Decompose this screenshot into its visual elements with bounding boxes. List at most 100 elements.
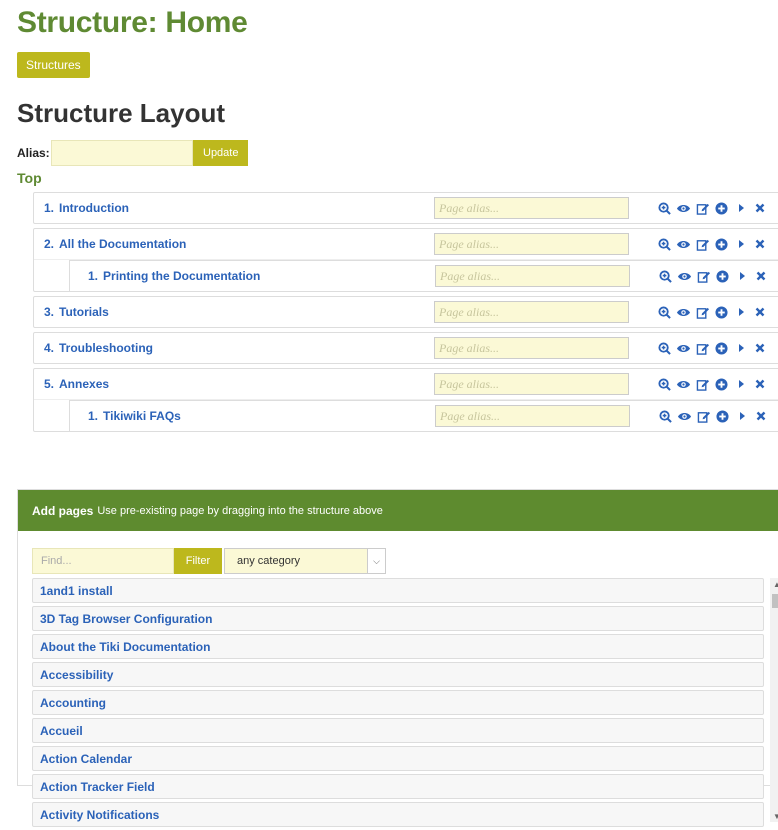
edit-icon[interactable] xyxy=(694,340,711,356)
page-list-item[interactable]: Accounting xyxy=(32,690,764,715)
page-list-item[interactable]: Accueil xyxy=(32,718,764,743)
filter-button[interactable]: Filter xyxy=(174,548,222,574)
plus-circle-icon[interactable] xyxy=(713,236,730,252)
eye-icon[interactable] xyxy=(676,268,693,284)
caret-right-icon[interactable] xyxy=(732,200,749,216)
chevron-down-icon: ⌵ xyxy=(367,549,385,573)
tree-row-title[interactable]: 2. All the Documentation xyxy=(44,237,186,251)
scroll-up-icon[interactable]: ▲ xyxy=(770,578,778,592)
close-icon[interactable] xyxy=(752,268,769,284)
update-button[interactable]: Update xyxy=(193,140,249,166)
tree-child-node: 1. Printing the Documentation xyxy=(69,260,778,291)
zoom-in-icon[interactable] xyxy=(657,408,674,424)
tree-row[interactable]: 4. Troubleshooting xyxy=(34,333,778,363)
page-alias-input[interactable] xyxy=(434,197,629,219)
row-actions xyxy=(656,340,770,356)
eye-icon[interactable] xyxy=(675,340,692,356)
eye-icon[interactable] xyxy=(675,200,692,216)
zoom-in-icon[interactable] xyxy=(657,268,674,284)
caret-right-icon[interactable] xyxy=(732,376,749,392)
tree-row[interactable]: 2. All the Documentation xyxy=(34,229,778,260)
page-list: 1and1 install 3D Tag Browser Configuratio… xyxy=(32,578,764,830)
zoom-in-icon[interactable] xyxy=(656,340,673,356)
plus-circle-icon[interactable] xyxy=(713,340,730,356)
tree-row[interactable]: 5. Annexes xyxy=(34,369,778,400)
plus-circle-icon[interactable] xyxy=(713,376,730,392)
close-icon[interactable] xyxy=(751,340,768,356)
eye-icon[interactable] xyxy=(675,304,692,320)
eye-icon[interactable] xyxy=(675,376,692,392)
plus-circle-icon[interactable] xyxy=(714,408,731,424)
tree-row-label: Tikiwiki FAQs xyxy=(103,409,181,423)
page-list-item[interactable]: Action Tracker Field xyxy=(32,774,764,799)
page-alias-input[interactable] xyxy=(435,265,630,287)
top-link[interactable]: Top xyxy=(17,170,42,186)
tree-row[interactable]: 1. Tikiwiki FAQs xyxy=(70,401,778,431)
row-actions xyxy=(656,236,770,252)
tree-row-label: Tutorials xyxy=(59,305,109,319)
structures-button[interactable]: Structures xyxy=(17,52,90,78)
close-icon[interactable] xyxy=(752,408,769,424)
close-icon[interactable] xyxy=(751,236,768,252)
page-alias-input[interactable] xyxy=(435,405,630,427)
zoom-in-icon[interactable] xyxy=(656,200,673,216)
page-alias-input[interactable] xyxy=(434,301,629,323)
tree-row-number: 1. xyxy=(44,201,55,215)
tree-row-title[interactable]: 1. Tikiwiki FAQs xyxy=(88,409,181,423)
zoom-in-icon[interactable] xyxy=(656,236,673,252)
scroll-down-icon[interactable]: ▼ xyxy=(770,810,778,824)
edit-icon[interactable] xyxy=(694,304,711,320)
tree-child-node: 1. Tikiwiki FAQs xyxy=(69,400,778,431)
row-actions xyxy=(656,200,770,216)
tree-row-label: Introduction xyxy=(59,201,129,215)
tree-row-title[interactable]: 3. Tutorials xyxy=(44,305,109,319)
find-input[interactable]: Find... xyxy=(32,548,174,574)
tree-row-title[interactable]: 4. Troubleshooting xyxy=(44,341,153,355)
tree-row[interactable]: 3. Tutorials xyxy=(34,297,778,327)
page-alias-input[interactable] xyxy=(434,337,629,359)
edit-icon[interactable] xyxy=(695,408,712,424)
edit-icon[interactable] xyxy=(695,268,712,284)
close-icon[interactable] xyxy=(751,376,768,392)
page-list-item[interactable]: 3D Tag Browser Configuration xyxy=(32,606,764,631)
structure-tree: 1. Introduction 2. All the Documentation 1. P… xyxy=(33,192,778,436)
eye-icon[interactable] xyxy=(675,236,692,252)
edit-icon[interactable] xyxy=(694,200,711,216)
page-alias-input[interactable] xyxy=(434,373,629,395)
eye-icon[interactable] xyxy=(676,408,693,424)
close-icon[interactable] xyxy=(751,304,768,320)
category-select[interactable]: any category ⌵ xyxy=(224,548,386,574)
caret-right-icon[interactable] xyxy=(732,304,749,320)
tree-row[interactable]: 1. Introduction xyxy=(34,193,778,223)
tree-row[interactable]: 1. Printing the Documentation xyxy=(70,261,778,291)
edit-icon[interactable] xyxy=(694,236,711,252)
caret-right-icon[interactable] xyxy=(732,340,749,356)
tree-row-title[interactable]: 1. Introduction xyxy=(44,201,129,215)
page-list-item[interactable]: 1and1 install xyxy=(32,578,764,603)
page-alias-input[interactable] xyxy=(434,233,629,255)
page-list-scrollbar[interactable]: ▲ ▼ xyxy=(770,578,778,822)
edit-icon[interactable] xyxy=(694,376,711,392)
tree-row-title[interactable]: 5. Annexes xyxy=(44,377,109,391)
alias-input[interactable] xyxy=(51,140,193,166)
zoom-in-icon[interactable] xyxy=(656,304,673,320)
plus-circle-icon[interactable] xyxy=(713,200,730,216)
close-icon[interactable] xyxy=(751,200,768,216)
page-list-item[interactable]: Accessibility xyxy=(32,662,764,687)
zoom-in-icon[interactable] xyxy=(656,376,673,392)
tree-row-number: 4. xyxy=(44,341,55,355)
row-actions xyxy=(656,304,770,320)
caret-right-icon[interactable] xyxy=(733,268,750,284)
plus-circle-icon[interactable] xyxy=(714,268,731,284)
alias-row: Alias: Update xyxy=(17,140,249,166)
tree-row-number: 1. xyxy=(88,409,99,423)
page-list-item[interactable]: Action Calendar xyxy=(32,746,764,771)
tree-row-label: Annexes xyxy=(59,377,110,391)
caret-right-icon[interactable] xyxy=(732,236,749,252)
caret-right-icon[interactable] xyxy=(733,408,750,424)
scroll-thumb[interactable] xyxy=(772,594,778,608)
page-list-item[interactable]: Activity Notifications xyxy=(32,802,764,827)
tree-row-title[interactable]: 1. Printing the Documentation xyxy=(88,269,260,283)
plus-circle-icon[interactable] xyxy=(713,304,730,320)
page-list-item[interactable]: About the Tiki Documentation xyxy=(32,634,764,659)
